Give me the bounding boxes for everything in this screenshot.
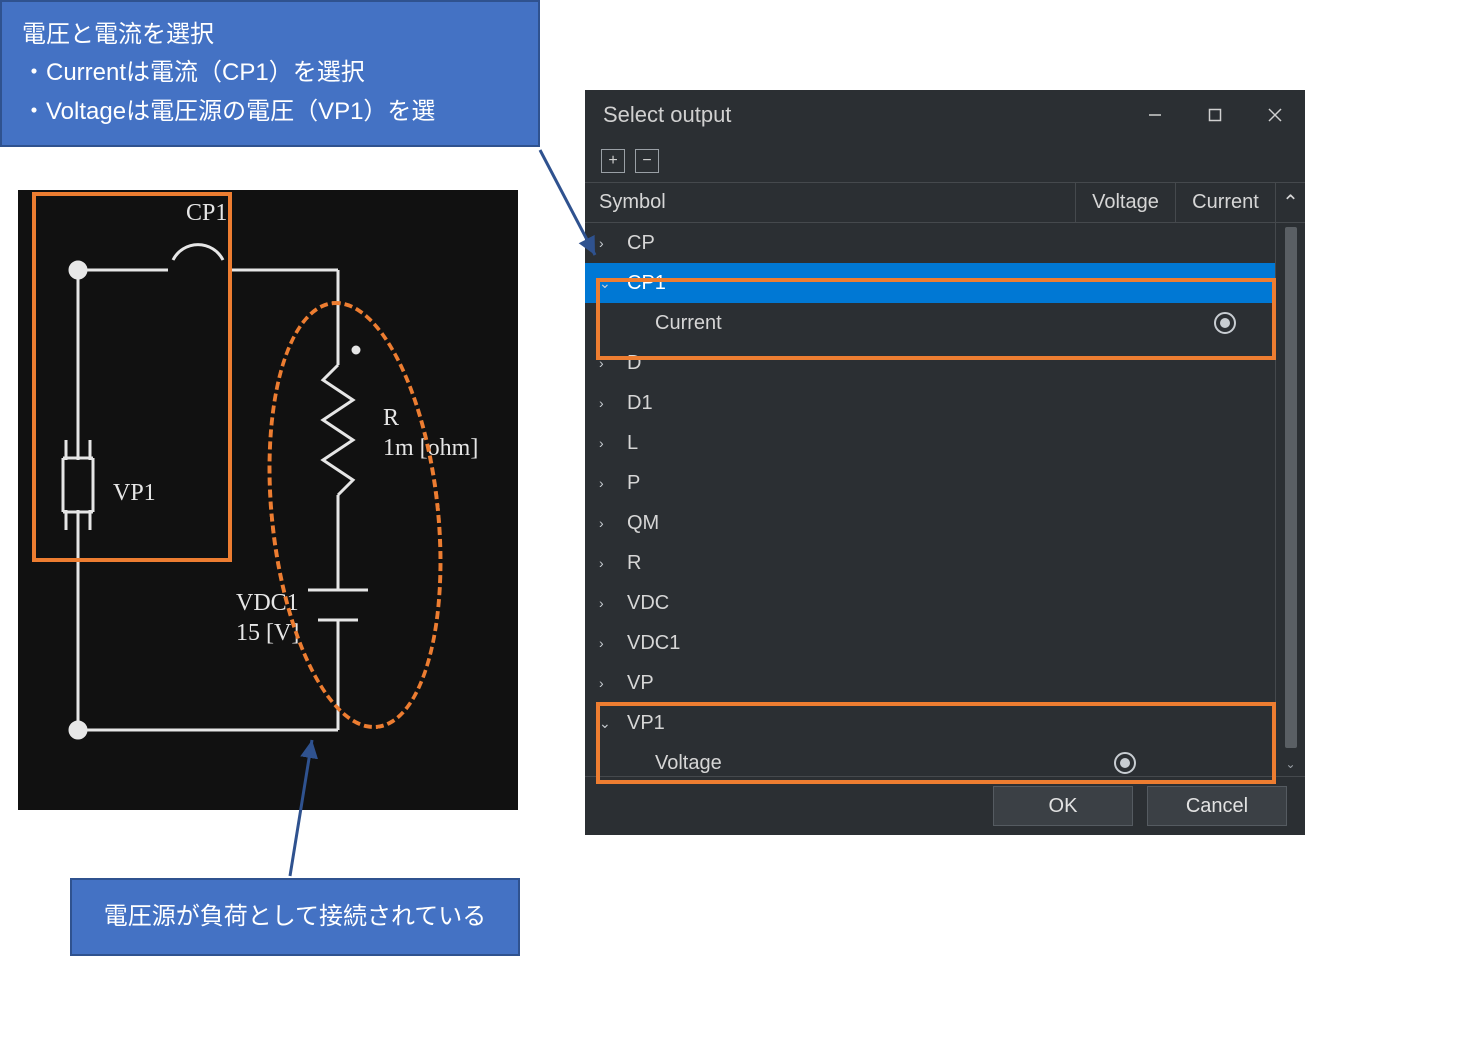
radio-current-cp1[interactable]: [1214, 312, 1236, 334]
plus-icon: +: [608, 153, 617, 169]
annotation-callout-bottom: 電圧源が負荷として接続されている: [70, 878, 520, 956]
dialog-titlebar[interactable]: Select output: [585, 90, 1305, 140]
tree-item-vdc1[interactable]: › VDC1: [585, 623, 1275, 663]
tree-item-label: D: [627, 352, 1075, 375]
tree-item-label: VP1: [627, 712, 1075, 735]
chevron-up-icon: ⌃: [1282, 190, 1299, 215]
chevron-right-icon: ›: [599, 435, 617, 451]
tree-child-label: Voltage: [655, 752, 1075, 775]
tree-item-label: P: [627, 472, 1075, 495]
select-output-dialog: Select output + − Symbol Voltage Current…: [585, 90, 1305, 835]
chevron-right-icon: ›: [599, 395, 617, 411]
tree-item-label: D1: [627, 392, 1075, 415]
tree-item-vp1-voltage[interactable]: Voltage: [585, 743, 1275, 777]
tree-item-vp1[interactable]: ⌄ VP1: [585, 703, 1275, 743]
dialog-title: Select output: [603, 102, 1125, 128]
callout-line: ・Voltageは電圧源の電圧（VP1）を選: [22, 93, 518, 131]
tree-item-label: QM: [627, 512, 1075, 535]
scrollbar-thumb[interactable]: [1285, 227, 1297, 748]
ok-button[interactable]: OK: [993, 786, 1133, 826]
tree-item-vdc[interactable]: › VDC: [585, 583, 1275, 623]
window-minimize-button[interactable]: [1125, 90, 1185, 140]
window-close-button[interactable]: [1245, 90, 1305, 140]
circuit-label-r: R: [383, 405, 399, 431]
tree-item-vp[interactable]: › VP: [585, 663, 1275, 703]
tree-item-r[interactable]: › R: [585, 543, 1275, 583]
expand-all-button[interactable]: +: [601, 149, 625, 173]
chevron-right-icon: ›: [599, 235, 617, 251]
radio-voltage-vp1[interactable]: [1114, 752, 1136, 774]
annotation-callout-top: 電圧と電流を選択 ・Currentは電流（CP1）を選択 ・Voltageは電圧…: [0, 0, 540, 147]
tree-item-cp1[interactable]: ⌄ CP1: [585, 263, 1275, 303]
chevron-down-icon[interactable]: ⌄: [1285, 752, 1295, 776]
tree-item-qm[interactable]: › QM: [585, 503, 1275, 543]
scroll-up-button[interactable]: ⌃: [1275, 183, 1305, 222]
circuit-label-cp1: CP1: [186, 200, 227, 226]
tree-body: › CP ⌄ CP1 Current › D › D1: [585, 223, 1305, 777]
dialog-toolbar: + −: [585, 140, 1305, 182]
callout-line: ・Currentは電流（CP1）を選択: [22, 54, 518, 92]
tree-item-cp[interactable]: › CP: [585, 223, 1275, 263]
circuit-label-vdcv: 15 [V]: [236, 620, 299, 646]
collapse-all-button[interactable]: −: [635, 149, 659, 173]
column-header-voltage[interactable]: Voltage: [1075, 183, 1175, 222]
tree-scrollbar[interactable]: ⌄: [1275, 223, 1305, 776]
callout-line: 電圧と電流を選択: [22, 16, 518, 54]
minus-icon: −: [642, 153, 651, 169]
tree-item-label: CP: [627, 232, 1075, 255]
tree-item-label: VDC: [627, 592, 1075, 615]
window-maximize-button[interactable]: [1185, 90, 1245, 140]
tree-item-label: VP: [627, 672, 1075, 695]
column-header-current[interactable]: Current: [1175, 183, 1275, 222]
cancel-button[interactable]: Cancel: [1147, 786, 1287, 826]
tree-item-cp1-current[interactable]: Current: [585, 303, 1275, 343]
tree-item-label: L: [627, 432, 1075, 455]
circuit-label-vdc: VDC1: [236, 590, 299, 616]
tree-item-p[interactable]: › P: [585, 463, 1275, 503]
tree-item-l[interactable]: › L: [585, 423, 1275, 463]
circuit-label-rval: 1m [ohm]: [383, 435, 478, 461]
chevron-right-icon: ›: [599, 595, 617, 611]
tree-item-d1[interactable]: › D1: [585, 383, 1275, 423]
circuit-diagram-panel: CP1 VP1 R 1m [ohm] VDC1 15 [V]: [18, 190, 518, 810]
dialog-button-row: OK Cancel: [585, 777, 1305, 835]
tree-child-label: Current: [655, 312, 1075, 335]
chevron-down-icon: ⌄: [599, 715, 617, 732]
chevron-right-icon: ›: [599, 515, 617, 531]
chevron-right-icon: ›: [599, 355, 617, 371]
callout-text: 電圧源が負荷として接続されている: [104, 903, 487, 930]
circuit-label-vp1: VP1: [113, 480, 156, 506]
chevron-right-icon: ›: [599, 635, 617, 651]
chevron-right-icon: ›: [599, 555, 617, 571]
tree-item-label: VDC1: [627, 632, 1075, 655]
chevron-right-icon: ›: [599, 475, 617, 491]
chevron-right-icon: ›: [599, 675, 617, 691]
tree-header-row: Symbol Voltage Current ⌃: [585, 182, 1305, 223]
tree-item-label: CP1: [627, 272, 1075, 295]
tree-item-label: R: [627, 552, 1075, 575]
tree-item-d[interactable]: › D: [585, 343, 1275, 383]
column-header-symbol[interactable]: Symbol: [585, 183, 1075, 222]
chevron-down-icon: ⌄: [599, 275, 617, 292]
